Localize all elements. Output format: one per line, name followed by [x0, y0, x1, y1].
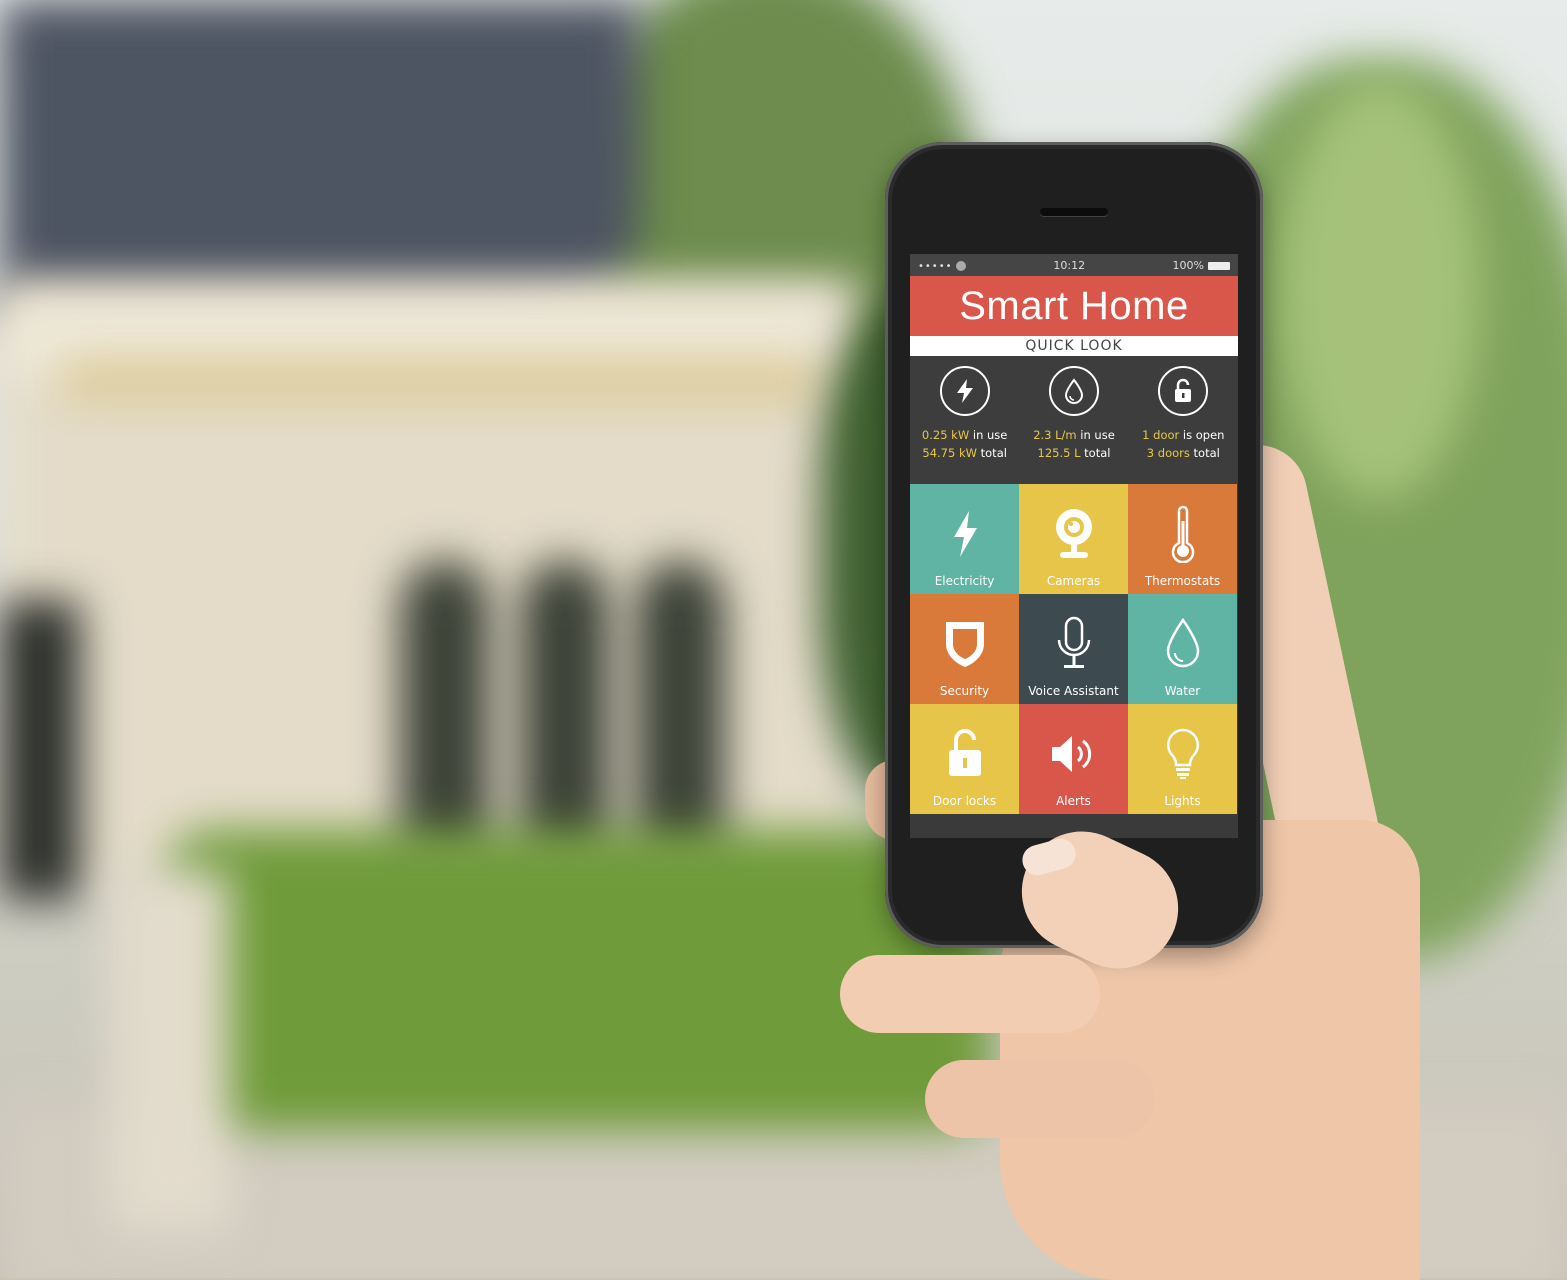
- wifi-icon: [956, 260, 966, 271]
- tile-label: Lights: [1164, 794, 1201, 808]
- status-time: 10:12: [1053, 258, 1086, 272]
- tile-door-locks[interactable]: Door locks: [910, 704, 1019, 814]
- tile-label: Voice Assistant: [1028, 684, 1119, 698]
- middle-finger: [840, 955, 1100, 1033]
- tile-label: Electricity: [934, 574, 995, 588]
- tile-water[interactable]: Water: [1128, 594, 1237, 704]
- battery-indicator: 100%: [1173, 259, 1230, 272]
- smartphone: ••••• 10:12 100% Smart Home QUICK LOOK 0…: [885, 142, 1263, 948]
- tile-thermostats[interactable]: Thermostats: [1128, 484, 1237, 594]
- tile-label: Door locks: [932, 794, 997, 808]
- lightning-icon: [953, 511, 977, 557]
- quick-look-tab[interactable]: QUICK LOOK: [910, 336, 1238, 356]
- tile-electricity[interactable]: Electricity: [910, 484, 1019, 594]
- unlock-icon: [948, 729, 981, 776]
- tile-label: Security: [939, 684, 990, 698]
- speaker-icon: [1051, 736, 1091, 772]
- tile-label: Thermostats: [1144, 574, 1221, 588]
- tile-security[interactable]: Security: [910, 594, 1019, 704]
- webcam-icon: [1055, 509, 1092, 558]
- quick-look-electricity[interactable]: 0.25 kW in use 54.75 kW total: [913, 366, 1017, 484]
- thermometer-icon: [1171, 505, 1194, 563]
- tile-lights[interactable]: Lights: [1128, 704, 1237, 814]
- lightning-icon: [939, 366, 990, 416]
- phone-screen: ••••• 10:12 100% Smart Home QUICK LOOK 0…: [910, 254, 1238, 838]
- quick-look-panel: 0.25 kW in use 54.75 kW total 2.3 L/m in…: [910, 356, 1238, 484]
- water-drop-icon: [1166, 617, 1199, 668]
- tile-label: Alerts: [1056, 794, 1091, 808]
- signal-indicator: •••••: [918, 259, 966, 272]
- microphone-icon: [1057, 616, 1090, 668]
- ring-finger: [925, 1060, 1155, 1138]
- water-drop-icon: [1048, 366, 1099, 416]
- app-title: Smart Home: [910, 276, 1238, 336]
- tile-voice-assistant[interactable]: Voice Assistant: [1019, 594, 1128, 704]
- tile-label: Cameras: [1046, 574, 1101, 588]
- unlock-icon: [1158, 366, 1209, 416]
- shield-icon: [945, 622, 984, 667]
- earpiece-speaker: [1040, 208, 1108, 216]
- tile-cameras[interactable]: Cameras: [1019, 484, 1128, 594]
- lightbulb-icon: [1166, 728, 1199, 779]
- tile-alerts[interactable]: Alerts: [1019, 704, 1128, 814]
- tile-label: Water: [1164, 684, 1201, 698]
- battery-icon: [1208, 261, 1230, 270]
- quick-look-water[interactable]: 2.3 L/m in use 125.5 L total: [1022, 366, 1126, 484]
- feature-grid: Electricity Cameras Thermostats Security…: [910, 484, 1238, 814]
- status-bar: ••••• 10:12 100%: [910, 254, 1238, 276]
- quick-look-doors[interactable]: 1 door is open 3 doors total: [1131, 366, 1235, 484]
